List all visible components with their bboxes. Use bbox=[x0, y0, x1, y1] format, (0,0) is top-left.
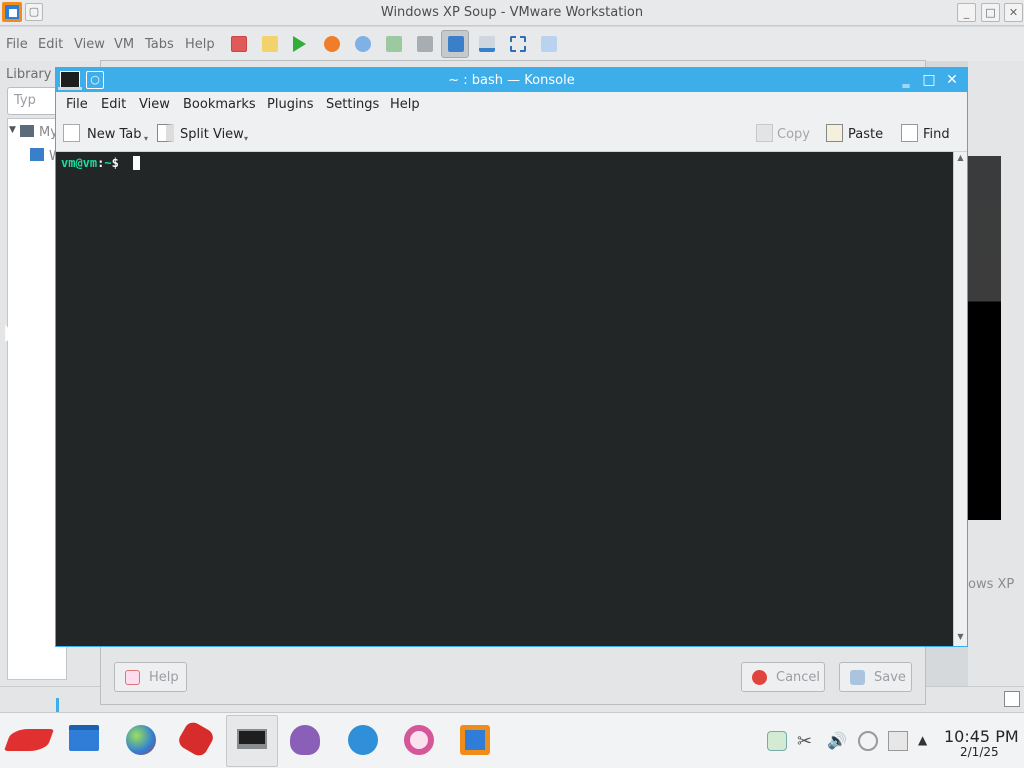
vmware-menu-vm[interactable]: VM bbox=[114, 37, 134, 52]
cancel-icon bbox=[752, 670, 767, 685]
help-icon bbox=[125, 670, 140, 685]
thumbnail-bar-icon[interactable] bbox=[479, 36, 495, 52]
computer-icon bbox=[20, 125, 34, 137]
konsole-toolbar: New Tab ▾ Split View ▾ Copy Paste Find bbox=[56, 116, 967, 152]
terminal-taskbar-button[interactable] bbox=[226, 715, 278, 767]
vm-name-label: ows XP bbox=[968, 577, 1015, 592]
konsole-maximize-button[interactable]: □ bbox=[919, 70, 939, 90]
konsole-menu-bookmarks[interactable]: Bookmarks bbox=[183, 97, 256, 112]
dialog-cancel-button[interactable]: Cancel bbox=[741, 662, 825, 692]
vmware-titlebar: ▢ Windows XP Soup - VMware Workstation _… bbox=[0, 0, 1024, 26]
unity-icon[interactable] bbox=[541, 36, 557, 52]
snapshot-icon[interactable] bbox=[355, 36, 371, 52]
fullscreen-icon[interactable] bbox=[510, 36, 526, 52]
copy-icon bbox=[756, 124, 773, 142]
dialog-help-label: Help bbox=[149, 670, 179, 685]
pidgin-icon[interactable] bbox=[290, 725, 320, 755]
new-tab-icon bbox=[63, 124, 80, 142]
vmware-maximize-button[interactable]: □ bbox=[981, 3, 1000, 22]
new-tab-dropdown-icon[interactable]: ▾ bbox=[144, 134, 148, 143]
clock-date[interactable]: 2/1/25 bbox=[960, 745, 999, 759]
vm-screen-preview[interactable] bbox=[968, 156, 1001, 520]
terminal-icon bbox=[237, 729, 267, 749]
dialog-save-button[interactable]: Save bbox=[839, 662, 912, 692]
split-view-dropdown-icon[interactable]: ▾ bbox=[244, 134, 248, 143]
prompt-symbol: $ bbox=[111, 156, 119, 170]
revert-snapshot-icon[interactable] bbox=[386, 36, 402, 52]
save-icon bbox=[850, 670, 865, 685]
network-icon[interactable] bbox=[858, 731, 878, 751]
paste-icon bbox=[826, 124, 843, 142]
terminal-scroll-marker bbox=[56, 698, 59, 712]
suspend-icon[interactable] bbox=[262, 36, 278, 52]
scroll-down-icon[interactable]: ▼ bbox=[954, 632, 967, 644]
tree-expand-icon[interactable]: ▼ bbox=[9, 125, 16, 135]
vmware-close-button[interactable]: ✕ bbox=[1004, 3, 1023, 22]
dialog-save-label: Save bbox=[874, 670, 906, 685]
konsole-menu-view[interactable]: View bbox=[139, 97, 170, 112]
sidebar-toggle-icon[interactable] bbox=[448, 36, 464, 52]
konsole-menu-plugins[interactable]: Plugins bbox=[267, 97, 314, 112]
terminal-scrollbar[interactable]: ▲ ▼ bbox=[953, 152, 967, 646]
update-notifier-icon[interactable] bbox=[767, 731, 787, 751]
shell-prompt: vm@vm:~$ bbox=[61, 156, 119, 170]
vm-icon bbox=[30, 148, 44, 161]
clipboard-icon[interactable]: ✂ bbox=[797, 731, 817, 752]
konsole-titlebar[interactable]: ○ ~ : bash — Konsole ‗ □ ✕ bbox=[56, 68, 967, 92]
copy-button[interactable]: Copy bbox=[777, 127, 810, 142]
konsole-window: ○ ~ : bash — Konsole ‗ □ ✕ File Edit Vie… bbox=[55, 67, 968, 712]
reset-icon[interactable] bbox=[324, 36, 340, 52]
tray-expand-icon[interactable]: ▲ bbox=[918, 733, 938, 753]
konsole-menu-edit[interactable]: Edit bbox=[101, 97, 126, 112]
dialog-cancel-label: Cancel bbox=[776, 670, 821, 685]
power-on-icon[interactable] bbox=[293, 36, 306, 52]
find-button[interactable]: Find bbox=[923, 127, 950, 142]
konsole-menu-file[interactable]: File bbox=[66, 97, 88, 112]
prompt-path: ~ bbox=[104, 156, 112, 170]
vmware-menu-tabs[interactable]: Tabs bbox=[145, 37, 174, 52]
terminal-area[interactable]: vm@vm:~$ bbox=[56, 152, 953, 712]
vmware-menu-file[interactable]: File bbox=[6, 37, 28, 52]
terminal-cursor bbox=[133, 156, 140, 170]
power-off-icon[interactable] bbox=[231, 36, 247, 52]
vmware-menu-view[interactable]: View bbox=[74, 37, 105, 52]
konsole-menubar: File Edit View Bookmarks Plugins Setting… bbox=[56, 92, 967, 116]
vmware-window-title: Windows XP Soup - VMware Workstation bbox=[380, 5, 644, 20]
library-label: Library bbox=[6, 67, 52, 82]
find-icon bbox=[901, 124, 918, 142]
vmware-menu-help[interactable]: Help bbox=[185, 37, 215, 52]
split-view-icon bbox=[157, 124, 174, 142]
scrollbar-thumb[interactable] bbox=[956, 166, 965, 606]
konsole-window-title: ~ : bash — Konsole bbox=[448, 73, 575, 88]
taskbar: ✂ 🔊 ▲ 10:45 PM 2/1/25 bbox=[0, 712, 1024, 768]
dialog-help-button[interactable]: Help bbox=[114, 662, 187, 692]
paste-button[interactable]: Paste bbox=[848, 127, 883, 142]
volume-icon[interactable]: 🔊 bbox=[827, 731, 847, 751]
display-icon[interactable] bbox=[888, 731, 908, 751]
new-tab-button[interactable]: New Tab bbox=[87, 127, 142, 142]
games-icon[interactable] bbox=[176, 719, 216, 759]
konsole-menu-settings[interactable]: Settings bbox=[326, 97, 379, 112]
snapshot-manager-icon[interactable] bbox=[417, 36, 433, 52]
vmware-menu-edit[interactable]: Edit bbox=[38, 37, 63, 52]
message-log-icon[interactable] bbox=[1004, 691, 1020, 707]
media-player-icon[interactable] bbox=[404, 725, 434, 755]
prompt-user: vm@vm bbox=[61, 156, 98, 170]
vmware-taskbar-icon[interactable] bbox=[460, 725, 490, 755]
start-menu-icon[interactable] bbox=[3, 729, 55, 751]
kde-connect-icon[interactable] bbox=[348, 725, 378, 755]
browser-icon[interactable] bbox=[126, 725, 156, 755]
scroll-up-icon[interactable]: ▲ bbox=[954, 153, 967, 165]
konsole-menu-help[interactable]: Help bbox=[390, 97, 420, 112]
konsole-close-button[interactable]: ✕ bbox=[942, 70, 962, 90]
konsole-minimize-button[interactable]: ‗ bbox=[896, 70, 916, 90]
file-manager-icon[interactable] bbox=[69, 725, 99, 751]
split-view-button[interactable]: Split View bbox=[180, 127, 244, 142]
clock-time[interactable]: 10:45 PM bbox=[944, 727, 1019, 746]
vmware-minimize-button[interactable]: _ bbox=[957, 3, 976, 22]
